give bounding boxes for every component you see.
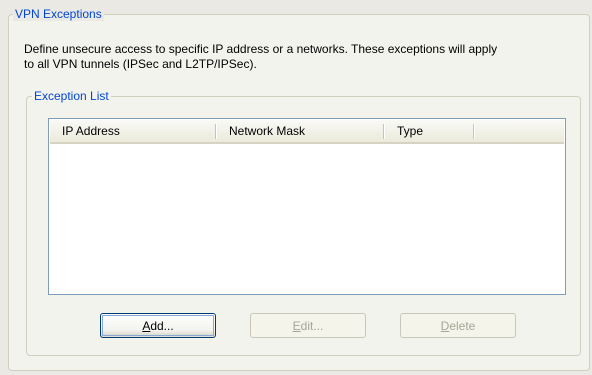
column-header-ip-address[interactable]: IP Address xyxy=(50,120,215,142)
column-header-type[interactable]: Type xyxy=(385,120,473,142)
vpn-exceptions-title: VPN Exceptions xyxy=(13,7,104,21)
column-divider[interactable] xyxy=(383,124,384,139)
description-line-1: Define unsecure access to specific IP ad… xyxy=(24,42,498,56)
column-divider[interactable] xyxy=(473,124,474,139)
edit-button-label: dit... xyxy=(300,318,324,333)
column-label-ip-address: IP Address xyxy=(62,124,120,138)
vpn-exceptions-description: Define unsecure access to specific IP ad… xyxy=(24,42,579,72)
delete-button-mnemonic: D xyxy=(440,318,450,333)
list-header: IP Address Network Mask Type xyxy=(50,120,564,144)
add-button-label: dd... xyxy=(150,318,174,333)
delete-button-label: elete xyxy=(449,318,476,333)
add-button[interactable]: Add... xyxy=(100,313,216,338)
exception-list-view[interactable]: IP Address Network Mask Type xyxy=(48,118,566,295)
column-label-type: Type xyxy=(397,124,424,138)
column-divider[interactable] xyxy=(215,124,216,139)
exception-list-title: Exception List xyxy=(32,89,111,103)
description-line-2: to all VPN tunnels (IPSec and L2TP/IPSec… xyxy=(24,57,257,71)
column-header-network-mask[interactable]: Network Mask xyxy=(217,120,383,142)
delete-button[interactable]: Delete xyxy=(400,313,516,338)
column-label-network-mask: Network Mask xyxy=(229,124,306,138)
list-body[interactable] xyxy=(50,144,564,293)
edit-button[interactable]: Edit... xyxy=(250,313,366,338)
edit-button-mnemonic: E xyxy=(292,318,301,333)
